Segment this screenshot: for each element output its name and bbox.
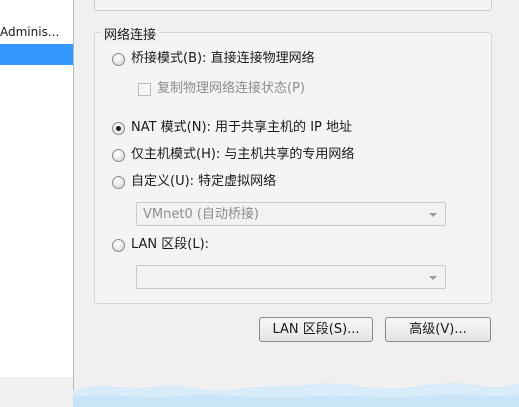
chevron-down-icon [429,213,437,217]
device-list-item[interactable]: Adminis... [0,22,73,42]
custom-label: 自定义(U): 特定虚拟网络 [131,174,277,189]
host-only-label: 仅主机模式(H): 与主机共享的专用网络 [131,147,355,162]
replicate-state-checkbox[interactable] [138,83,151,96]
custom-network-select-value: VMnet0 (自动桥接) [143,207,259,222]
custom-network-select[interactable]: VMnet0 (自动桥接) [136,202,446,226]
upper-group-edge [94,0,492,11]
lan-segments-button[interactable]: LAN 区段(S)... [259,317,373,342]
bridged-radio[interactable] [112,53,125,66]
nat-label: NAT 模式(N): 用于共享主机的 IP 地址 [131,120,353,135]
host-only-radio[interactable] [112,149,125,162]
advanced-button[interactable]: 高级(V)... [385,317,491,342]
bridged-label: 桥接模式(B): 直接连接物理网络 [131,51,315,66]
custom-radio[interactable] [112,176,125,189]
lan-segment-select[interactable] [136,265,446,289]
nat-radio[interactable] [112,122,125,135]
network-connection-title: 网络连接 [101,24,160,43]
chevron-down-icon [429,276,437,280]
device-list-bottom [0,377,73,407]
lan-segment-radio[interactable] [112,239,125,252]
device-list-item-selected[interactable] [0,44,73,65]
lan-segment-label: LAN 区段(L): [131,237,210,252]
device-list: Adminis... [0,0,74,407]
decorative-wave [73,382,519,407]
replicate-state-label: 复制物理网络连接状态(P) [157,81,305,96]
network-connection-group [94,32,492,304]
